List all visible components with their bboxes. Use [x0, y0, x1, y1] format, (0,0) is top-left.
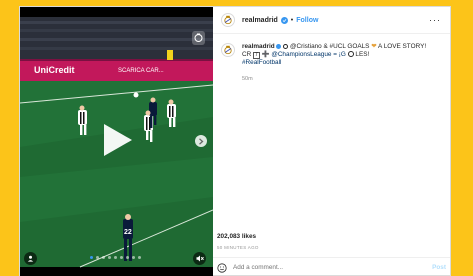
post-details: realmadrid • Follow ··· realmadrid @Cris…: [213, 7, 450, 276]
mute-button[interactable]: [193, 252, 206, 265]
heart-emoji-icon: ❤: [371, 43, 377, 50]
mute-icon: [196, 255, 204, 262]
next-slide-button[interactable]: [195, 135, 207, 147]
post-comment-button[interactable]: Post: [432, 264, 446, 271]
carousel-dot: [102, 256, 105, 259]
ad-board-secondary: SCARICA CAR...: [118, 68, 164, 74]
carousel-dot: [138, 256, 141, 259]
plus-emoji-icon: ➕: [261, 51, 270, 58]
watermark-crest-icon: [192, 31, 205, 45]
posted-time: 50 MINUTES AGO: [217, 245, 259, 250]
caption-hashtag[interactable]: #RealFootball: [242, 59, 426, 67]
caption-avatar[interactable]: [221, 43, 235, 57]
separator-dot: •: [290, 16, 294, 24]
ad-board-unicredit: UniCredit: [34, 65, 75, 75]
carousel-dot: [108, 256, 111, 259]
caption-line2b[interactable]: @ChampionsLeague = ¡G: [271, 51, 346, 58]
emoji-icon[interactable]: [217, 262, 227, 273]
carousel-dot: [90, 256, 93, 259]
follow-button[interactable]: Follow: [296, 17, 318, 24]
account-tag-button[interactable]: [24, 252, 37, 265]
post-card: UniCredit SCARICA CAR... 22 realmadrid •…: [19, 6, 451, 276]
comment-bar: Post: [213, 257, 450, 276]
caption-line2c: LES!: [355, 51, 370, 58]
more-options-icon[interactable]: ···: [429, 15, 441, 25]
caption-author[interactable]: realmadrid: [242, 43, 275, 50]
carousel-dot: [132, 256, 135, 259]
account-icon: [27, 255, 34, 262]
caption: realmadrid @Cristiano & #UCL GOALS ❤ A L…: [221, 43, 446, 83]
play-icon: [104, 124, 132, 156]
caption-text: realmadrid @Cristiano & #UCL GOALS ❤ A L…: [242, 43, 426, 83]
next-arrow-icon: [199, 137, 204, 145]
verified-badge-icon: [276, 43, 282, 49]
post-header: realmadrid • Follow ···: [213, 7, 450, 34]
likes-count[interactable]: 202,083 likes: [217, 233, 256, 240]
number-emoji-icon: 7: [253, 52, 260, 59]
realmadrid-crest-icon: [224, 15, 232, 25]
carousel-indicator: [90, 256, 141, 259]
ball-emoji-icon: [283, 43, 289, 49]
realmadrid-crest-icon: [224, 45, 232, 55]
carousel-dot: [96, 256, 99, 259]
caption-line2a: CR: [242, 51, 252, 58]
verified-badge-icon: [280, 16, 288, 24]
comment-input[interactable]: [233, 264, 413, 271]
player-number: 22: [124, 229, 132, 236]
carousel-dot: [120, 256, 123, 259]
caption-line1: @Cristiano & #UCL GOALS: [290, 43, 370, 50]
avatar[interactable]: [221, 13, 235, 27]
caption-timestamp: 50m: [242, 76, 253, 82]
ball-emoji-icon: [347, 51, 354, 58]
play-button[interactable]: [99, 122, 135, 158]
carousel-dot: [126, 256, 129, 259]
post-video[interactable]: UniCredit SCARICA CAR... 22: [20, 7, 213, 276]
carousel-dot: [114, 256, 117, 259]
caption-line1b: A LOVE STORY!: [378, 43, 427, 50]
username-link[interactable]: realmadrid: [242, 17, 278, 24]
